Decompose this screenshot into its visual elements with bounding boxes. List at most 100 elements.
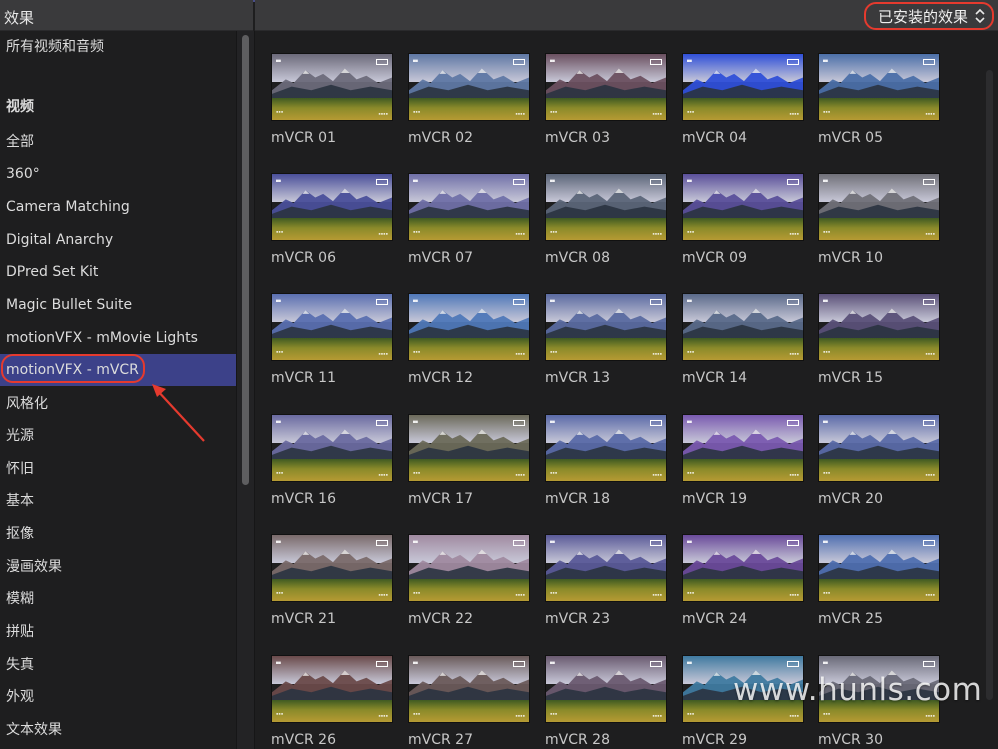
effect-label: mVCR 20	[818, 491, 883, 507]
effect-label: mVCR 07	[408, 250, 473, 266]
effects-sidebar: 所有视频和音频 视频 全部 360° Camera Matching Digital An…	[0, 31, 236, 749]
sidebar-item[interactable]: 拼贴	[0, 615, 236, 647]
sidebar-item[interactable]: motionVFX - mVCR	[0, 354, 236, 386]
effect-tile[interactable]: ■■ ▪▪▪ ▪▪▪▪ mVCR 05	[818, 53, 940, 146]
effect-thumbnail: ■■ ▪▪▪ ▪▪▪▪	[545, 173, 667, 241]
sidebar-item[interactable]: Digital Anarchy	[0, 224, 236, 256]
sidebar-title: 效果	[4, 9, 35, 27]
effect-label: mVCR 17	[408, 491, 473, 507]
effect-label: mVCR 12	[408, 370, 473, 386]
effect-thumbnail: ■■ ▪▪▪ ▪▪▪▪	[271, 293, 393, 361]
sidebar-scrollbar[interactable]	[236, 31, 255, 749]
sidebar-item[interactable]: 所有视频和音频	[0, 30, 236, 62]
effect-thumbnail: ■■ ▪▪▪ ▪▪▪▪	[271, 414, 393, 482]
effect-thumbnail: ■■ ▪▪▪ ▪▪▪▪	[408, 53, 530, 121]
sidebar-scroll-thumb[interactable]	[242, 35, 249, 485]
effect-thumbnail: ■■ ▪▪▪ ▪▪▪▪	[408, 534, 530, 602]
effect-label: mVCR 21	[271, 611, 336, 627]
effect-thumbnail: ■■ ▪▪▪ ▪▪▪▪	[271, 53, 393, 121]
effect-tile[interactable]: ■■ ▪▪▪ ▪▪▪▪ mVCR 27	[408, 655, 530, 748]
effect-thumbnail: ■■ ▪▪▪ ▪▪▪▪	[682, 53, 804, 121]
effect-label: mVCR 26	[271, 732, 336, 748]
effect-label: mVCR 24	[682, 611, 747, 627]
sidebar-item[interactable]: DPred Set Kit	[0, 256, 236, 288]
effect-thumbnail: ■■ ▪▪▪ ▪▪▪▪	[408, 173, 530, 241]
effect-tile[interactable]: ■■ ▪▪▪ ▪▪▪▪ mVCR 02	[408, 53, 530, 146]
sidebar-item[interactable]: 文本效果	[0, 713, 236, 745]
effect-tile[interactable]: ■■ ▪▪▪ ▪▪▪▪ mVCR 11	[271, 293, 393, 386]
effect-label: mVCR 29	[682, 732, 747, 748]
effects-grid: ■■ ▪▪▪ ▪▪▪▪ mVCR 01 ■■ ▪▪▪ ▪▪▪▪ mVCR 02 ■■ ▪▪▪ ▪▪▪…	[255, 31, 983, 749]
effect-label: mVCR 13	[545, 370, 610, 386]
effect-thumbnail: ■■ ▪▪▪ ▪▪▪▪	[818, 173, 940, 241]
effect-tile[interactable]: ■■ ▪▪▪ ▪▪▪▪ mVCR 09	[682, 173, 804, 266]
effect-tile[interactable]: ■■ ▪▪▪ ▪▪▪▪ mVCR 21	[271, 534, 393, 627]
effect-label: mVCR 18	[545, 491, 610, 507]
sidebar-item[interactable]: 外观	[0, 680, 236, 712]
browser-header: 已安装的效果	[255, 0, 998, 31]
effect-label: mVCR 19	[682, 491, 747, 507]
sidebar-item[interactable]: 漫画效果	[0, 550, 236, 582]
effect-label: mVCR 27	[408, 732, 473, 748]
grid-scrollbar[interactable]	[986, 70, 993, 700]
sidebar-item[interactable]: 光源	[0, 419, 236, 451]
effect-tile[interactable]: ■■ ▪▪▪ ▪▪▪▪ mVCR 03	[545, 53, 667, 146]
filter-label: 已安装的效果	[877, 7, 968, 26]
effect-tile[interactable]: ■■ ▪▪▪ ▪▪▪▪ mVCR 17	[408, 414, 530, 507]
effect-tile[interactable]: ■■ ▪▪▪ ▪▪▪▪ mVCR 25	[818, 534, 940, 627]
sidebar-item[interactable]: 怀旧	[0, 452, 236, 484]
effect-thumbnail: ■■ ▪▪▪ ▪▪▪▪	[818, 414, 940, 482]
effect-thumbnail: ■■ ▪▪▪ ▪▪▪▪	[818, 53, 940, 121]
sidebar-item[interactable]: 模糊	[0, 582, 236, 614]
effect-tile[interactable]: ■■ ▪▪▪ ▪▪▪▪ mVCR 14	[682, 293, 804, 386]
effect-label: mVCR 04	[682, 130, 747, 146]
effect-tile[interactable]: ■■ ▪▪▪ ▪▪▪▪ mVCR 04	[682, 53, 804, 146]
sidebar-item[interactable]: 360°	[0, 158, 236, 190]
sidebar-item[interactable]: 失真	[0, 648, 236, 680]
effect-tile[interactable]: ■■ ▪▪▪ ▪▪▪▪ mVCR 28	[545, 655, 667, 748]
sidebar-item[interactable]: Camera Matching	[0, 191, 236, 223]
sidebar-item[interactable]: Magic Bullet Suite	[0, 289, 236, 321]
effect-tile[interactable]: ■■ ▪▪▪ ▪▪▪▪ mVCR 08	[545, 173, 667, 266]
effect-tile[interactable]: ■■ ▪▪▪ ▪▪▪▪ mVCR 29	[682, 655, 804, 748]
sidebar-item[interactable]: 全部	[0, 125, 236, 157]
effect-thumbnail: ■■ ▪▪▪ ▪▪▪▪	[408, 414, 530, 482]
effect-thumbnail: ■■ ▪▪▪ ▪▪▪▪	[545, 534, 667, 602]
effect-thumbnail: ■■ ▪▪▪ ▪▪▪▪	[271, 655, 393, 723]
effect-tile[interactable]: ■■ ▪▪▪ ▪▪▪▪ mVCR 07	[408, 173, 530, 266]
effect-tile[interactable]: ■■ ▪▪▪ ▪▪▪▪ mVCR 26	[271, 655, 393, 748]
effect-tile[interactable]: ■■ ▪▪▪ ▪▪▪▪ mVCR 20	[818, 414, 940, 507]
effect-tile[interactable]: ■■ ▪▪▪ ▪▪▪▪ mVCR 15	[818, 293, 940, 386]
sidebar-item[interactable]: 风格化	[0, 387, 236, 419]
effect-tile[interactable]: ■■ ▪▪▪ ▪▪▪▪ mVCR 22	[408, 534, 530, 627]
effect-label: mVCR 10	[818, 250, 883, 266]
installed-effects-dropdown[interactable]: 已安装的效果	[864, 2, 994, 30]
sidebar-item[interactable]: 基本	[0, 484, 236, 516]
effect-tile[interactable]: ■■ ▪▪▪ ▪▪▪▪ mVCR 12	[408, 293, 530, 386]
effect-label: mVCR 09	[682, 250, 747, 266]
effect-label: mVCR 16	[271, 491, 336, 507]
sidebar-item[interactable]: motionVFX - mMovie Lights	[0, 322, 236, 354]
effect-thumbnail: ■■ ▪▪▪ ▪▪▪▪	[545, 655, 667, 723]
effect-thumbnail: ■■ ▪▪▪ ▪▪▪▪	[271, 173, 393, 241]
effect-tile[interactable]: ■■ ▪▪▪ ▪▪▪▪ mVCR 23	[545, 534, 667, 627]
effect-label: mVCR 30	[818, 732, 883, 748]
effect-thumbnail: ■■ ▪▪▪ ▪▪▪▪	[408, 293, 530, 361]
effect-label: mVCR 25	[818, 611, 883, 627]
effect-thumbnail: ■■ ▪▪▪ ▪▪▪▪	[408, 655, 530, 723]
effect-tile[interactable]: ■■ ▪▪▪ ▪▪▪▪ mVCR 06	[271, 173, 393, 266]
effect-thumbnail: ■■ ▪▪▪ ▪▪▪▪	[682, 173, 804, 241]
effect-tile[interactable]: ■■ ▪▪▪ ▪▪▪▪ mVCR 30	[818, 655, 940, 748]
effect-tile[interactable]: ■■ ▪▪▪ ▪▪▪▪ mVCR 01	[271, 53, 393, 146]
effect-thumbnail: ■■ ▪▪▪ ▪▪▪▪	[682, 534, 804, 602]
effect-tile[interactable]: ■■ ▪▪▪ ▪▪▪▪ mVCR 19	[682, 414, 804, 507]
effect-tile[interactable]: ■■ ▪▪▪ ▪▪▪▪ mVCR 10	[818, 173, 940, 266]
effect-tile[interactable]: ■■ ▪▪▪ ▪▪▪▪ mVCR 16	[271, 414, 393, 507]
effect-tile[interactable]: ■■ ▪▪▪ ▪▪▪▪ mVCR 18	[545, 414, 667, 507]
effect-label: mVCR 23	[545, 611, 610, 627]
effect-tile[interactable]: ■■ ▪▪▪ ▪▪▪▪ mVCR 24	[682, 534, 804, 627]
effect-thumbnail: ■■ ▪▪▪ ▪▪▪▪	[271, 534, 393, 602]
effect-tile[interactable]: ■■ ▪▪▪ ▪▪▪▪ mVCR 13	[545, 293, 667, 386]
chevron-updown-icon	[975, 8, 985, 24]
sidebar-item[interactable]: 抠像	[0, 517, 236, 549]
